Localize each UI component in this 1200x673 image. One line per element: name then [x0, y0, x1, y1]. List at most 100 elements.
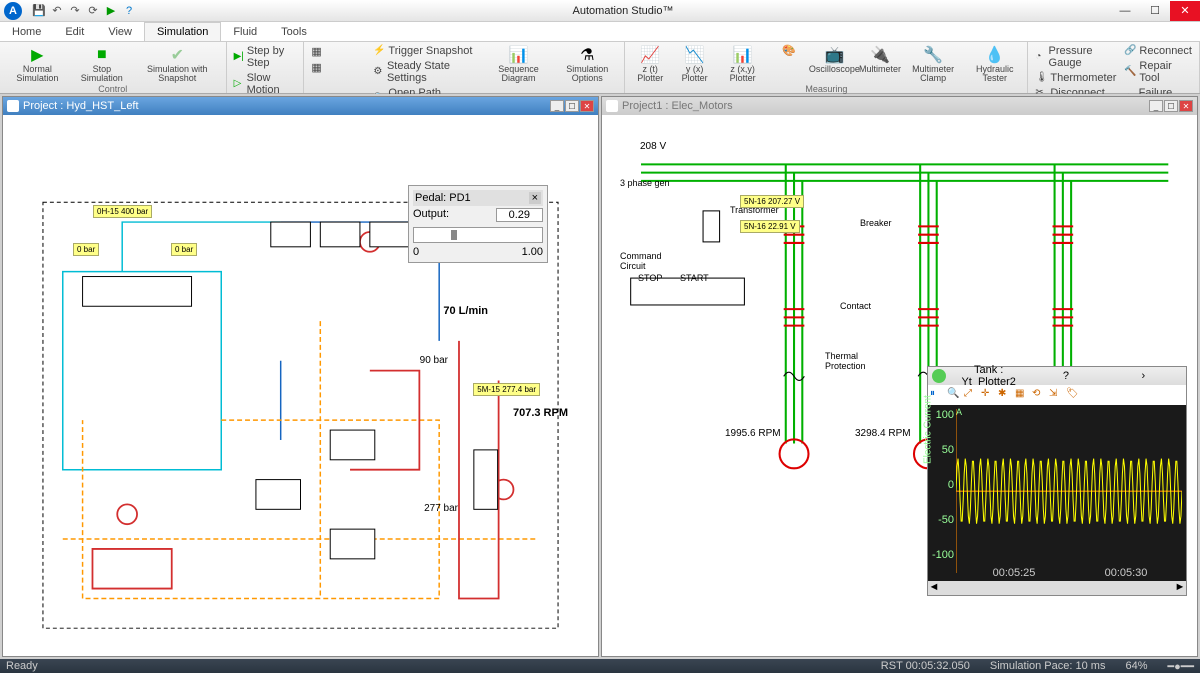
elec-gauge-1: 5N-16 207.27 V [740, 195, 804, 208]
refresh-icon[interactable]: ⟳ [86, 4, 100, 18]
thermometer-button[interactable]: 🌡Thermometer [1032, 71, 1119, 85]
status-zoom: 64% [1125, 660, 1147, 673]
ribbon-tabs: Home Edit View Simulation Fluid Tools [0, 22, 1200, 42]
plotter-reset-icon[interactable]: ⟲ [1032, 388, 1046, 402]
hydraulic-tester-button[interactable]: 💧Hydraulic Tester [966, 44, 1023, 84]
dash1-icon[interactable]: ▦ [308, 44, 368, 59]
stop-button-label[interactable]: STOP [638, 273, 662, 283]
pedal-title: Pedal: PD1 [415, 192, 471, 204]
minimize-button[interactable]: — [1110, 1, 1140, 21]
save-icon[interactable]: 💾 [32, 4, 46, 18]
doc-title: Project : Hyd_HST_Left [23, 100, 550, 112]
plotter-power-icon[interactable] [932, 369, 946, 383]
pressure-gauge-button[interactable]: ◔Pressure Gauge [1032, 44, 1119, 70]
plotter-marker-icon[interactable]: ✱ [998, 388, 1012, 402]
plotter-window[interactable]: Tank : Yt_Plotter2 ? › ⏸ 🔍 ⤢ ✛ ✱ ▦ ⟲ ⇲ 🏷… [927, 366, 1187, 596]
close-button[interactable]: ✕ [1170, 1, 1200, 21]
plotter-expand-icon[interactable]: › [1105, 370, 1182, 382]
gauge-2: 0 bar [73, 243, 99, 256]
plotter-cursor-icon[interactable]: ✛ [981, 388, 995, 402]
doc-min-button[interactable]: _ [1149, 100, 1163, 112]
rpm-readout: 707.3 RPM [513, 407, 568, 419]
doc-min-button[interactable]: _ [550, 100, 564, 112]
gen-label: 3 phase gen [620, 178, 670, 188]
help-icon[interactable]: ? [122, 4, 136, 18]
workspace: Project : Hyd_HST_Left _ ☐ ✕ [0, 94, 1200, 659]
status-pace: Simulation Pace: 10 ms [990, 660, 1106, 673]
doc-max-button[interactable]: ☐ [565, 100, 579, 112]
plotter-help-icon[interactable]: ? [1027, 370, 1104, 382]
pedal-value: 0.29 [496, 208, 543, 222]
redo-icon[interactable]: ↷ [68, 4, 82, 18]
steady-state-button[interactable]: ⚙Steady State Settings [370, 59, 482, 85]
repair-tool-button[interactable]: 🔨Repair Tool [1121, 59, 1195, 85]
electrical-canvas[interactable]: 208 V 3 phase gen Transformer Breaker Co… [602, 115, 1197, 656]
flow-readout: 70 L/min [443, 305, 488, 317]
status-bar: Ready RST 00:05:32.050 Simulation Pace: … [0, 659, 1200, 673]
start-button-label[interactable]: START [680, 273, 709, 283]
gauge-3: 0 bar [171, 243, 197, 256]
reconnect-button[interactable]: 🔗Reconnect [1121, 44, 1195, 58]
doc-title: Project1 : Elec_Motors [622, 100, 1149, 112]
dash2-icon[interactable]: ▦ [308, 60, 368, 75]
doc-max-button[interactable]: ☐ [1164, 100, 1178, 112]
doc-icon [606, 100, 618, 112]
stop-sim-button[interactable]: ■Stop Simulation [73, 44, 131, 84]
voltage-label: 208 V [640, 141, 666, 152]
motor1-rpm: 1995.6 RPM [725, 428, 781, 439]
tab-home[interactable]: Home [0, 23, 53, 41]
zt-plotter-button[interactable]: 📈z (t) Plotter [629, 44, 671, 84]
plotter-tag-icon[interactable]: 🏷 [1066, 388, 1080, 402]
tab-view[interactable]: View [96, 23, 144, 41]
right-doc-window: Project1 : Elec_Motors _ ☐ ✕ [601, 96, 1198, 657]
breaker-label: Breaker [860, 218, 892, 228]
contact-label: Contact [840, 301, 871, 311]
p1-readout: 90 bar [420, 355, 448, 366]
multimeter-button[interactable]: 🔌Multimeter [860, 44, 900, 84]
motor2-rpm: 3298.4 RPM [855, 428, 911, 439]
plotter-fit-icon[interactable]: ⤢ [964, 388, 978, 402]
zoom-slider[interactable]: ━●━━ [1167, 660, 1194, 673]
tab-simulation[interactable]: Simulation [144, 22, 221, 41]
title-bar: A 💾 ↶ ↷ ⟳ ▶ ? Automation Studio™ — ☐ ✕ [0, 0, 1200, 22]
oscilloscope-button[interactable]: 📺Oscilloscope [811, 44, 858, 84]
thermal-label: Thermal Protection [825, 351, 875, 371]
doc-close-button[interactable]: ✕ [580, 100, 594, 112]
status-rst: RST 00:05:32.050 [881, 660, 970, 673]
zxy-plotter-button[interactable]: 📊z (x,y) Plotter [718, 44, 767, 84]
plotter-scrollbar[interactable]: ◄ ► [928, 581, 1186, 595]
pedal-close-icon[interactable]: × [529, 192, 541, 204]
play-icon[interactable]: ▶ [104, 4, 118, 18]
plotter-export-icon[interactable]: ⇲ [1049, 388, 1063, 402]
p2-readout: 277 bar [424, 503, 458, 514]
multimeter-clamp-button[interactable]: 🔧Multimeter Clamp [902, 44, 964, 84]
maximize-button[interactable]: ☐ [1140, 1, 1170, 21]
status-ready: Ready [6, 660, 38, 672]
gauge-4: 5M-15 277.4 bar [473, 383, 540, 396]
trigger-snapshot-button[interactable]: ⚡Trigger Snapshot [370, 44, 482, 58]
pedal-slider[interactable] [413, 227, 543, 243]
palette-icon[interactable]: 🎨 [782, 44, 796, 57]
tab-tools[interactable]: Tools [269, 23, 319, 41]
app-title: Automation Studio™ [136, 5, 1110, 17]
undo-icon[interactable]: ↶ [50, 4, 64, 18]
plotter-zoom-icon[interactable]: 🔍 [947, 388, 961, 402]
plotter-grid-icon[interactable]: ▦ [1015, 388, 1029, 402]
tab-edit[interactable]: Edit [53, 23, 96, 41]
pedal-panel[interactable]: Pedal: PD1× Output:0.29 01.00 [408, 185, 548, 263]
app-logo-icon: A [4, 2, 22, 20]
tab-fluid[interactable]: Fluid [221, 23, 269, 41]
normal-sim-button[interactable]: ▶Normal Simulation [4, 44, 71, 84]
plotter-toolbar: ⏸ 🔍 ⤢ ✛ ✱ ▦ ⟲ ⇲ 🏷 [928, 385, 1186, 405]
step-button[interactable]: ▶|Step by Step [231, 44, 300, 70]
sim-snapshot-button[interactable]: ✔Simulation with Snapshot [133, 44, 222, 84]
ribbon: ▶Normal Simulation ■Stop Simulation ✔Sim… [0, 42, 1200, 94]
yx-plotter-button[interactable]: 📉y (x) Plotter [673, 44, 716, 84]
left-doc-window: Project : Hyd_HST_Left _ ☐ ✕ [2, 96, 599, 657]
command-label: Command Circuit [620, 251, 670, 271]
doc-close-button[interactable]: ✕ [1179, 100, 1193, 112]
plotter-chart: Electric Current 100 50 0 -50 -100 A [928, 405, 1186, 581]
group-label: Control [4, 84, 222, 94]
doc-icon [7, 100, 19, 112]
hydraulic-canvas[interactable]: 0H-15 400 bar 0 bar 0 bar 5M-15 277.4 ba… [3, 115, 598, 656]
